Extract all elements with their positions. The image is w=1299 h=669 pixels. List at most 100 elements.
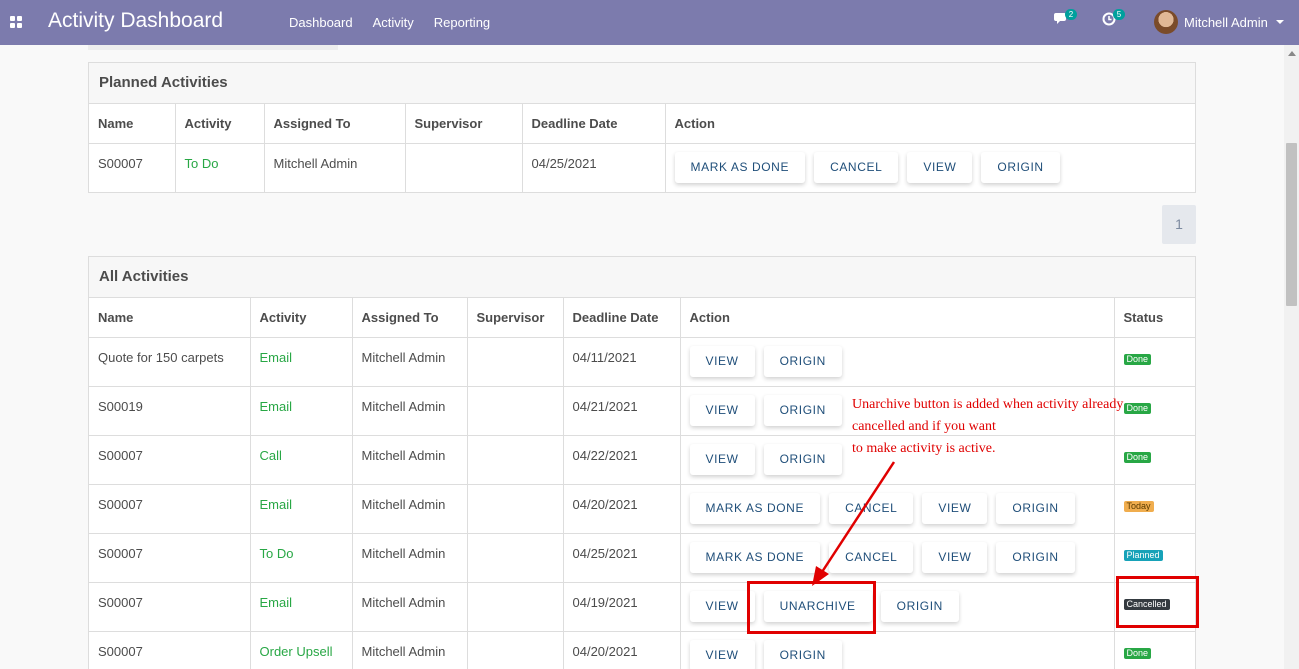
cell-assigned: Mitchell Admin — [352, 631, 468, 669]
cell-actions: VIEW UNARCHIVE ORIGIN — [680, 582, 1115, 632]
cell-actions: MARK AS DONE CANCEL VIEW ORIGIN — [680, 533, 1115, 583]
menu-item-reporting[interactable]: Reporting — [434, 15, 490, 30]
planned-activities-panel: Planned Activities Name Activity Assigne… — [88, 62, 1196, 193]
app-title: Activity Dashboard — [48, 9, 224, 32]
cell-activity: Order Upsell — [250, 631, 353, 669]
cell-name: S00007 — [89, 435, 251, 485]
cell-name: S00007 — [89, 582, 251, 632]
cell-supervisor — [467, 386, 564, 436]
cell-activity: To Do — [250, 533, 353, 583]
view-button[interactable]: VIEW — [922, 541, 988, 573]
view-button[interactable]: VIEW — [922, 492, 988, 524]
menu-item-activity[interactable]: Activity — [373, 15, 414, 30]
origin-button[interactable]: ORIGIN — [996, 492, 1075, 524]
cell-assigned: Mitchell Admin — [352, 533, 468, 583]
cell-deadline: 04/20/2021 — [563, 631, 681, 669]
view-button[interactable]: VIEW — [689, 639, 755, 669]
cell-deadline: 04/21/2021 — [563, 386, 681, 436]
cell-activity: Email — [250, 484, 353, 534]
cell-name: S00007 — [89, 143, 176, 192]
cell-deadline: 04/19/2021 — [563, 582, 681, 632]
all-activities-table: Name Activity Assigned To Supervisor Dea… — [89, 298, 1195, 669]
activities-button[interactable]: 5 — [1102, 9, 1125, 29]
column-header-name: Name — [89, 104, 176, 144]
menu-item-dashboard[interactable]: Dashboard — [289, 15, 353, 30]
cancel-button[interactable]: CANCEL — [814, 151, 899, 183]
cell-assigned: Mitchell Admin — [352, 337, 468, 387]
column-header-deadline: Deadline Date — [563, 298, 681, 338]
vertical-scrollbar[interactable] — [1284, 45, 1299, 669]
status-badge: Done — [1123, 647, 1152, 659]
cell-supervisor — [467, 435, 564, 485]
origin-button[interactable]: ORIGIN — [880, 590, 959, 622]
cell-name: S00007 — [89, 533, 251, 583]
cell-name: S00007 — [89, 631, 251, 669]
table-row: S00007 Order Upsell Mitchell Admin 04/20… — [89, 631, 1195, 669]
cell-supervisor — [467, 533, 564, 583]
cell-status: Planned — [1114, 533, 1195, 583]
column-header-deadline: Deadline Date — [522, 104, 666, 144]
scroll-thumb[interactable] — [1286, 143, 1297, 306]
cell-deadline: 04/25/2021 — [522, 143, 666, 192]
column-header-action: Action — [680, 298, 1115, 338]
table-row: Quote for 150 carpets Email Mitchell Adm… — [89, 337, 1195, 387]
origin-button[interactable]: ORIGIN — [763, 443, 842, 475]
annotation-highlight-unarchive — [747, 581, 876, 634]
status-badge: Planned — [1123, 549, 1163, 561]
view-button[interactable]: VIEW — [689, 590, 755, 622]
status-badge: Done — [1123, 353, 1152, 365]
origin-button[interactable]: ORIGIN — [981, 151, 1060, 183]
cell-status: Done — [1114, 631, 1195, 669]
table-header-row: Name Activity Assigned To Supervisor Dea… — [89, 298, 1195, 338]
user-menu[interactable]: Mitchell Admin — [1154, 10, 1284, 34]
cell-status: Today — [1114, 484, 1195, 534]
cancel-button[interactable]: CANCEL — [829, 541, 914, 573]
column-header-activity: Activity — [250, 298, 353, 338]
annotation-highlight-cancelled — [1116, 576, 1199, 628]
cell-activity: To Do — [175, 143, 265, 192]
mark-as-done-button[interactable]: MARK AS DONE — [689, 492, 821, 524]
origin-button[interactable]: ORIGIN — [996, 541, 1075, 573]
cell-deadline: 04/11/2021 — [563, 337, 681, 387]
cell-supervisor — [467, 484, 564, 534]
cell-supervisor — [405, 143, 523, 192]
cell-actions: MARK AS DONE CANCEL VIEW ORIGIN — [680, 484, 1115, 534]
origin-button[interactable]: ORIGIN — [763, 345, 842, 377]
cell-activity: Email — [250, 337, 353, 387]
column-header-supervisor: Supervisor — [405, 104, 523, 144]
mark-as-done-button[interactable]: MARK AS DONE — [689, 541, 821, 573]
column-header-name: Name — [89, 298, 251, 338]
all-activities-panel: All Activities Name Activity Assigned To… — [88, 256, 1196, 669]
column-header-assigned: Assigned To — [264, 104, 406, 144]
avatar — [1154, 10, 1178, 34]
cell-deadline: 04/25/2021 — [563, 533, 681, 583]
all-activities-title: All Activities — [89, 257, 1195, 298]
cell-name: S00019 — [89, 386, 251, 436]
chevron-down-icon — [1275, 20, 1284, 24]
view-button[interactable]: VIEW — [689, 443, 755, 475]
origin-button[interactable]: ORIGIN — [763, 639, 842, 669]
table-header-row: Name Activity Assigned To Supervisor Dea… — [89, 104, 1195, 144]
cell-actions: MARK AS DONE CANCEL VIEW ORIGIN — [665, 143, 1195, 192]
planned-activities-table: Name Activity Assigned To Supervisor Dea… — [89, 104, 1195, 192]
status-badge: Today — [1123, 500, 1154, 512]
apps-menu-icon[interactable] — [10, 16, 23, 28]
view-button[interactable]: VIEW — [689, 394, 755, 426]
mark-as-done-button[interactable]: MARK AS DONE — [674, 151, 806, 183]
messages-button[interactable]: 2 — [1054, 9, 1077, 29]
activities-count-badge: 5 — [1113, 9, 1125, 20]
origin-button[interactable]: ORIGIN — [763, 394, 842, 426]
scroll-up-arrow-icon[interactable] — [1288, 51, 1296, 56]
column-header-status: Status — [1114, 298, 1195, 338]
cell-assigned: Mitchell Admin — [352, 582, 468, 632]
cell-activity: Email — [250, 386, 353, 436]
cancel-button[interactable]: CANCEL — [829, 492, 914, 524]
view-button[interactable]: VIEW — [689, 345, 755, 377]
pager-page-1[interactable]: 1 — [1162, 205, 1196, 244]
cell-assigned: Mitchell Admin — [352, 435, 468, 485]
cell-actions: VIEW ORIGIN — [680, 337, 1115, 387]
cell-name: Quote for 150 carpets — [89, 337, 251, 387]
cell-assigned: Mitchell Admin — [352, 484, 468, 534]
planned-activities-title: Planned Activities — [89, 63, 1195, 104]
view-button[interactable]: VIEW — [907, 151, 973, 183]
